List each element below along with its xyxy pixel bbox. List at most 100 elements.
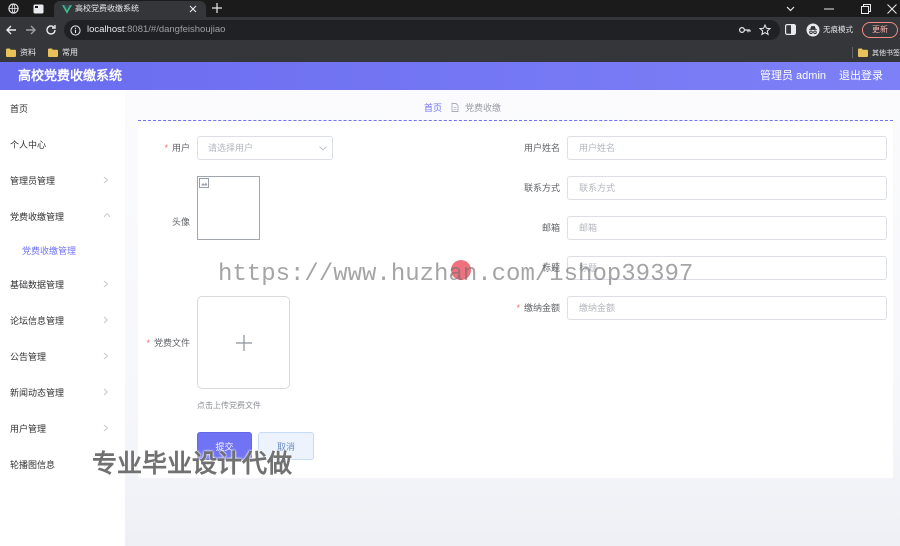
back-arrow-icon[interactable]	[5, 24, 17, 36]
contact-label: 联系方式	[523, 183, 560, 193]
user-label-text: 用户	[171, 143, 190, 153]
watermark-slogan: 专业毕业设计代做	[92, 450, 293, 478]
sidebar-item-admin-management[interactable]: 管理员管理	[0, 162, 125, 198]
minimize-icon[interactable]	[824, 8, 834, 10]
sidebar-item-forum[interactable]: 论坛信息管理	[0, 302, 125, 338]
bookmark-folder-common[interactable]: 常用	[48, 43, 78, 62]
incognito-icon[interactable]	[806, 23, 820, 37]
folder-icon	[6, 48, 16, 57]
app-header: 高校党费收缴系统 管理员 admin 退出登录	[0, 62, 900, 90]
user-label: * 用户	[138, 136, 190, 160]
broken-image-icon	[199, 178, 209, 188]
vue-logo-icon	[62, 5, 72, 14]
dues-payment-form: *用户 请选择用户 头像 *党费文件 点击上传党费文件 提交 取消 用户姓名 联…	[138, 121, 893, 478]
reload-icon[interactable]	[45, 24, 57, 36]
sidebar-item-label: 首页	[10, 103, 29, 114]
folder-icon	[858, 48, 868, 57]
chevron-right-icon	[103, 316, 109, 324]
chevron-right-icon	[103, 352, 109, 360]
required-mark: *	[146, 338, 150, 348]
document-icon	[451, 102, 459, 112]
tab-list-chevron-icon[interactable]	[786, 6, 795, 12]
url-text[interactable]: localhost:8081/#/dangfeishoujiao	[87, 20, 225, 40]
sidebar-item-label: 党费收缴管理	[10, 211, 65, 222]
sidebar-item-label: 轮播图信息	[10, 459, 56, 470]
breadcrumb: 首页 党费收缴	[424, 101, 501, 113]
chevron-up-icon	[103, 212, 111, 218]
sidebar-item-label: 基础数据管理	[10, 279, 65, 290]
browser-toolbar: localhost:8081/#/dangfeishoujiao 无痕模式 更新	[0, 17, 900, 43]
address-bar[interactable]: localhost:8081/#/dangfeishoujiao	[64, 20, 780, 40]
required-mark: *	[164, 143, 168, 153]
amount-label-text: 缴纳金额	[523, 303, 560, 313]
side-panel-icon[interactable]	[785, 24, 796, 35]
breadcrumb-home[interactable]: 首页	[424, 101, 442, 114]
app-title: 高校党费收缴系统	[18, 68, 123, 83]
dues-file-hint: 点击上传党费文件	[197, 401, 261, 410]
sidebar-item-label: 论坛信息管理	[10, 315, 65, 326]
bookmark-folder-other[interactable]: 其他书签	[858, 43, 900, 62]
sidebar-item-news[interactable]: 新闻动态管理	[0, 374, 125, 410]
url-host: localhost	[87, 24, 125, 35]
contact-input[interactable]	[567, 176, 887, 200]
folder-icon	[48, 48, 58, 57]
chevron-right-icon	[103, 424, 109, 432]
sidebar-item-label: 用户管理	[10, 423, 47, 434]
close-window-icon[interactable]	[887, 4, 897, 14]
chevron-down-icon	[319, 146, 327, 151]
restore-icon[interactable]	[861, 4, 871, 14]
username-label: 用户姓名	[523, 143, 560, 153]
tab-close-icon[interactable]	[189, 5, 197, 13]
sidebar-item-label: 管理员管理	[10, 175, 56, 186]
amount-input[interactable]	[567, 296, 887, 320]
site-info-icon[interactable]	[70, 24, 81, 36]
logout-button[interactable]: 退出登录	[839, 62, 883, 90]
sidebar-item-home[interactable]: 首页	[0, 90, 125, 126]
watermark-url: https://www.huzhan.com/ishop39397	[218, 261, 694, 288]
tab-title: 高校党费收缴系统	[75, 4, 139, 13]
update-button[interactable]: 更新	[862, 22, 898, 38]
star-icon[interactable]	[759, 24, 771, 36]
username-input[interactable]	[567, 136, 887, 160]
bookmark-folder-materials[interactable]: 资料	[6, 43, 36, 62]
window-icon[interactable]	[33, 4, 44, 14]
dues-file-label-text: 党费文件	[153, 338, 190, 348]
plus-icon	[236, 335, 252, 351]
avatar-label: 头像	[171, 217, 190, 227]
dues-file-label: * 党费文件	[138, 331, 190, 355]
amount-label: * 缴纳金额	[480, 296, 560, 320]
user-select[interactable]: 请选择用户	[197, 136, 333, 160]
sidebar-item-label: 公告管理	[10, 351, 47, 362]
sidebar-item-label: 个人中心	[10, 139, 47, 150]
browser-tab-strip: 高校党费收缴系统	[0, 0, 900, 17]
url-path: :8081/#/dangfeishoujiao	[124, 24, 226, 35]
bookmarks-bar: 资料 常用 其他书签	[0, 43, 900, 62]
current-user: 管理员 admin	[760, 70, 827, 82]
dues-file-upload[interactable]	[197, 296, 290, 389]
sidebar-item-announcements[interactable]: 公告管理	[0, 338, 125, 374]
browser-tab-active[interactable]: 高校党费收缴系统	[54, 1, 206, 17]
sidebar-item-label: 新闻动态管理	[10, 387, 65, 398]
bookmark-label: 其他书签	[872, 49, 900, 57]
bookmark-label: 资料	[20, 48, 36, 57]
breadcrumb-current: 党费收缴	[465, 102, 502, 113]
forward-arrow-icon[interactable]	[25, 24, 37, 36]
avatar-preview[interactable]	[197, 176, 260, 240]
chevron-right-icon	[103, 280, 109, 288]
globe-icon[interactable]	[8, 3, 19, 14]
sidebar-subitem-dues-collection-management[interactable]: 党费收缴管理	[0, 234, 125, 266]
bookmark-label: 常用	[62, 48, 78, 57]
required-mark: *	[516, 303, 520, 313]
key-icon[interactable]	[739, 26, 751, 34]
email-input[interactable]	[567, 216, 887, 240]
chevron-right-icon	[103, 176, 109, 184]
sidebar-item-label: 党费收缴管理	[22, 245, 77, 256]
user-select-placeholder: 请选择用户	[208, 143, 254, 153]
sidebar-item-dues-collection[interactable]: 党费收缴管理	[0, 198, 125, 234]
sidebar-item-profile[interactable]: 个人中心	[0, 126, 125, 162]
sidebar-item-users[interactable]: 用户管理	[0, 410, 125, 446]
chevron-right-icon	[103, 388, 109, 396]
new-tab-icon[interactable]	[212, 3, 222, 13]
sidebar-item-basic-data[interactable]: 基础数据管理	[0, 266, 125, 302]
incognito-label: 无痕模式	[823, 25, 853, 34]
